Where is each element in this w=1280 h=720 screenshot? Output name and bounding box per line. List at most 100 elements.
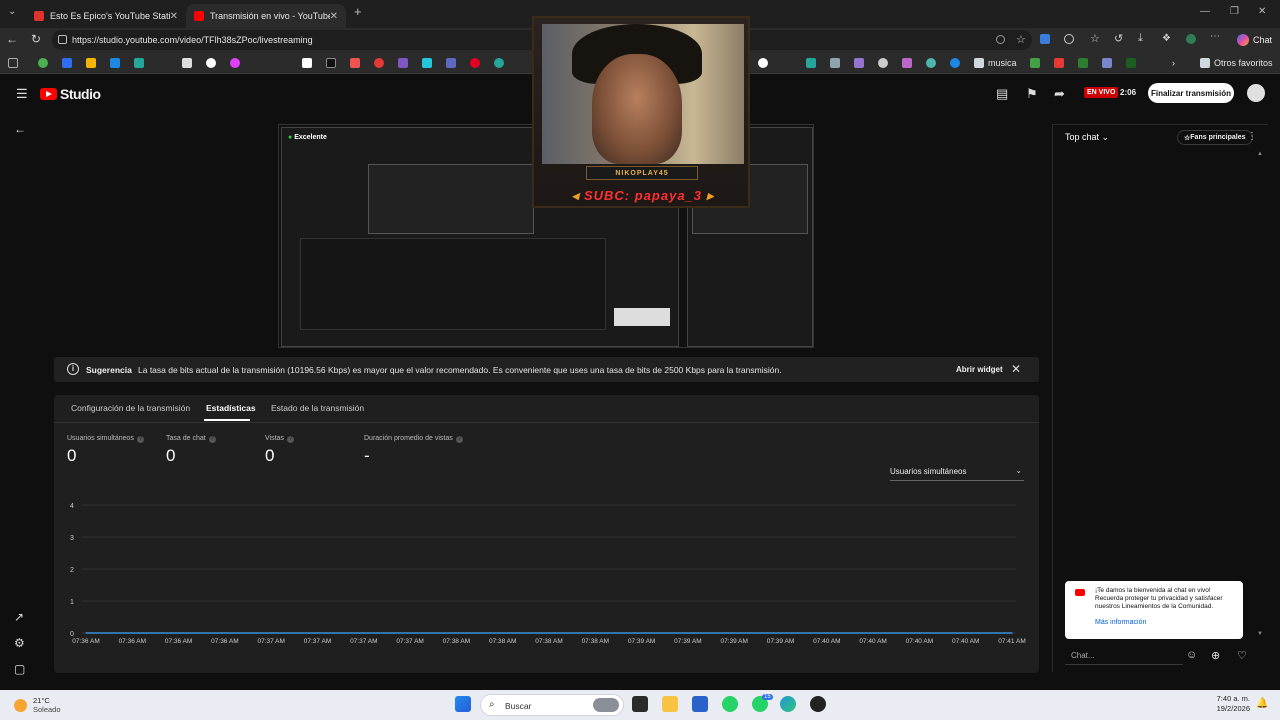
copilot-chat-button[interactable]: Chat (1236, 32, 1272, 48)
bookmark-icon[interactable] (806, 58, 816, 68)
bookmark-folder-musica[interactable]: musica (988, 58, 1017, 68)
preview-status: ● Excelente (288, 134, 327, 141)
close-window-icon[interactable]: ✕ (1258, 6, 1266, 17)
more-info-link[interactable]: Más información (1095, 619, 1146, 626)
system-clock[interactable]: 7:40 a. m. 19/2/2026 (1210, 694, 1250, 714)
bookmark-icon[interactable] (854, 58, 864, 68)
reload-icon[interactable]: ↻ (28, 32, 44, 46)
top-fans-button[interactable]: ☆ Fans principales (1177, 130, 1253, 145)
new-tab-button[interactable]: + (354, 4, 362, 19)
favorites-icon[interactable]: ☆ (1090, 32, 1100, 45)
open-widget-button[interactable]: Abrir widget (956, 365, 1003, 374)
x-tick-label: 07:39 AM (628, 638, 655, 645)
bookmark-icon[interactable] (110, 58, 120, 68)
chat-mode-selector[interactable]: Top chat ⌄ (1065, 132, 1109, 143)
bookmark-icon[interactable] (206, 58, 216, 68)
bookmark-icon[interactable] (1078, 58, 1088, 68)
profile-icon[interactable] (1186, 34, 1196, 44)
store-icon[interactable] (692, 696, 708, 712)
zoom-icon[interactable] (996, 35, 1005, 44)
bookmark-icon[interactable] (134, 58, 144, 68)
close-tab-icon[interactable]: ✕ (170, 11, 178, 22)
minimize-icon[interactable]: — (1200, 6, 1210, 17)
tab-statistics[interactable]: Esto Es Epico's YouTube Statistics ✕ (26, 4, 186, 28)
extensions-icon[interactable]: ❖ (1162, 33, 1171, 44)
weather-widget[interactable]: 21°C Soleado (14, 696, 61, 714)
bookmark-icon[interactable] (86, 58, 96, 68)
bookmark-icon[interactable] (902, 58, 912, 68)
more-bookmarks-chevron-icon[interactable]: › (1172, 58, 1175, 68)
bookmark-icon[interactable] (1102, 58, 1112, 68)
task-view-icon[interactable] (632, 696, 648, 712)
bookmark-icon[interactable] (62, 58, 72, 68)
back-arrow-icon[interactable]: ← (14, 122, 26, 136)
bookmark-icon[interactable] (926, 58, 936, 68)
extension-icon[interactable] (1040, 34, 1050, 44)
bookmark-icon[interactable] (350, 58, 360, 68)
maximize-icon[interactable]: ❐ (1230, 6, 1239, 17)
bookmark-icon[interactable] (422, 58, 432, 68)
bookmark-icon[interactable] (446, 58, 456, 68)
bookmark-icon[interactable] (494, 58, 504, 68)
bookmark-icon[interactable] (230, 58, 240, 68)
weather-temp: 21°C (33, 696, 50, 705)
settings-gear-icon[interactable]: ⚙ (14, 636, 25, 650)
chat-input[interactable]: Chat... (1065, 645, 1183, 665)
url-text[interactable]: https://studio.youtube.com/video/TFlh38s… (72, 35, 313, 45)
scroll-up-icon[interactable]: ▲ (1257, 151, 1263, 157)
notifications-bell-icon[interactable]: 🔔 (1256, 698, 1268, 709)
x-tick-label: 07:41 AM (998, 638, 1025, 645)
bookmark-icon[interactable] (1054, 58, 1064, 68)
start-windows-icon[interactable] (455, 696, 471, 712)
more-icon[interactable]: ⋯ (1210, 31, 1220, 42)
bookmark-icon[interactable] (1126, 58, 1136, 68)
bookmark-icon[interactable] (38, 58, 48, 68)
add-icon[interactable]: ⊕ (1211, 649, 1220, 662)
bookmark-icon[interactable] (830, 58, 840, 68)
site-info-icon[interactable] (58, 35, 67, 44)
extension-gear-icon[interactable] (1064, 34, 1074, 44)
favorite-star-icon[interactable]: ☆ (1016, 33, 1026, 46)
bookmark-icon[interactable] (374, 58, 384, 68)
bookmark-apps-icon[interactable] (8, 58, 18, 68)
avatar[interactable] (1247, 84, 1265, 102)
copilot-icon (1236, 34, 1249, 46)
popout-icon[interactable]: ↗ (14, 610, 24, 624)
close-icon[interactable]: ✕ (1011, 362, 1021, 376)
bookmark-icon[interactable] (1030, 58, 1040, 68)
history-icon[interactable]: ↺ (1114, 32, 1123, 45)
bookmark-icon[interactable] (398, 58, 408, 68)
bookmark-icon[interactable] (758, 58, 768, 68)
bookmark-icon[interactable] (326, 58, 336, 68)
file-explorer-icon[interactable] (662, 696, 678, 712)
download-icon[interactable]: ⤓ (1138, 32, 1143, 45)
bookmark-icon[interactable]: ⚑ (1026, 86, 1038, 102)
x-tick-label: 07:36 AM (211, 638, 238, 645)
whatsapp-icon[interactable] (722, 696, 738, 712)
bookmark-icon[interactable] (182, 58, 192, 68)
more-vert-icon[interactable]: ⋮ (1247, 131, 1257, 142)
bookmark-folder-otros[interactable]: Otros favoritos (1214, 58, 1273, 68)
menu-icon[interactable]: ☰ (16, 86, 28, 102)
x-tick-label: 07:38 AM (489, 638, 516, 645)
taskbar-search[interactable]: ⌕ Buscar (480, 694, 624, 716)
back-icon[interactable]: ← (4, 32, 20, 46)
scroll-down-icon[interactable]: ▼ (1257, 631, 1263, 637)
feedback-icon[interactable]: ▢ (14, 662, 25, 676)
end-stream-button[interactable]: Finalizar transmisión (1148, 83, 1234, 103)
bookmark-icon[interactable] (470, 58, 480, 68)
webcam-face (592, 54, 682, 164)
edge-browser-icon[interactable] (780, 696, 796, 712)
layout-icon[interactable]: ▤ (996, 86, 1008, 102)
bookmark-icon[interactable] (950, 58, 960, 68)
bookmark-icon[interactable] (878, 58, 888, 68)
emoji-icon[interactable]: ☺ (1186, 649, 1197, 661)
obs-icon[interactable] (810, 696, 826, 712)
heart-icon[interactable]: ♡ (1237, 649, 1247, 662)
studio-logo[interactable]: Studio (40, 86, 101, 102)
close-tab-icon[interactable]: ✕ (330, 11, 338, 22)
tab-list-chevron-icon[interactable]: ⌄ (8, 6, 16, 17)
tab-livestream[interactable]: Transmisión en vivo - YouTube Stu ✕ (186, 4, 346, 28)
bookmark-icon[interactable] (302, 58, 312, 68)
share-icon[interactable]: ➦ (1054, 86, 1065, 102)
